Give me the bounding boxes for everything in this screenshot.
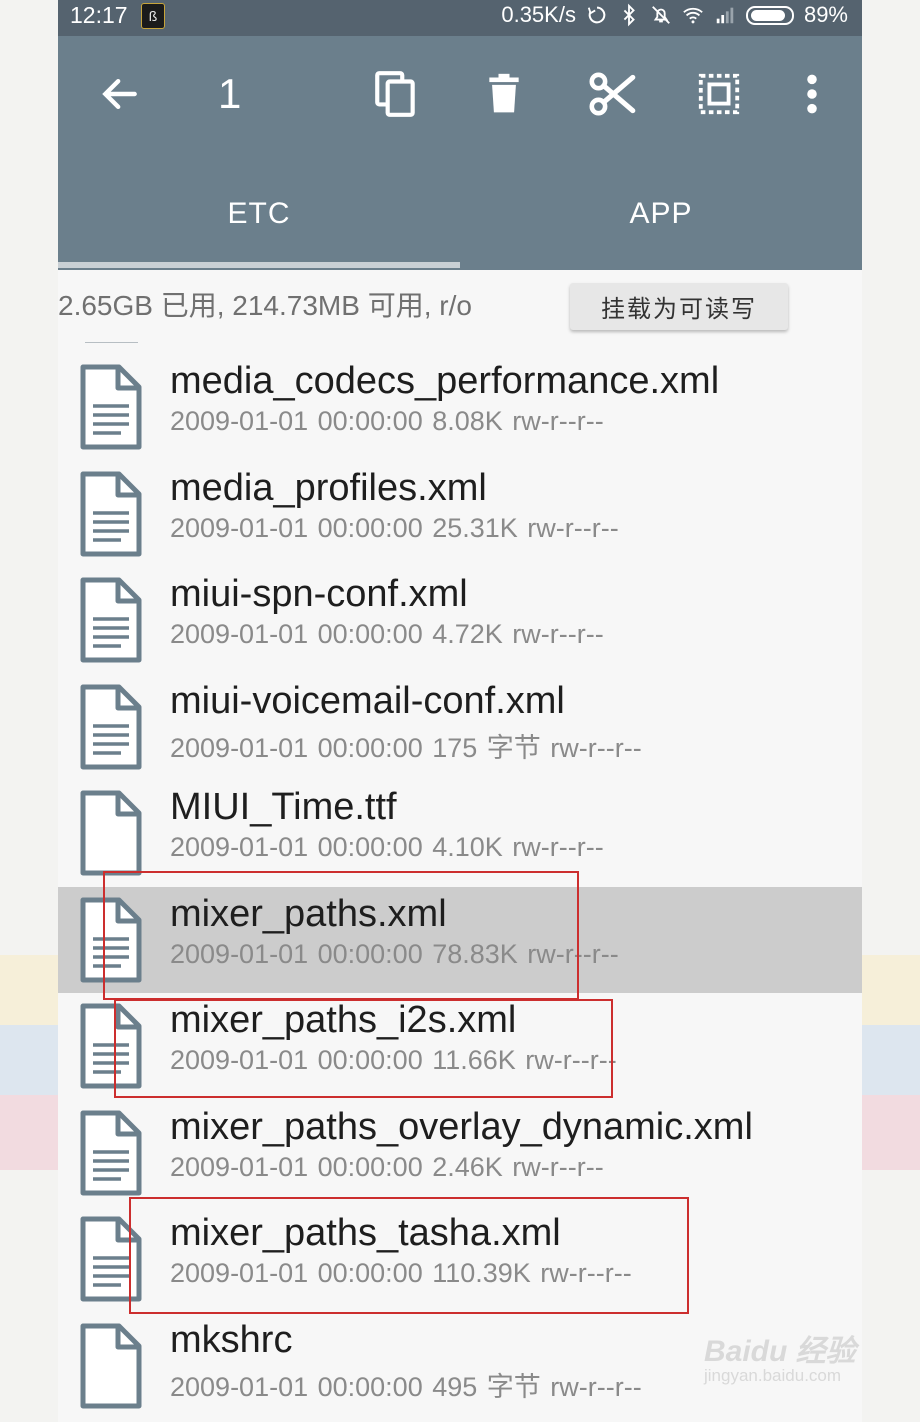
action-toolbar: 1 [58, 36, 862, 162]
side-stripe [862, 1095, 920, 1170]
file-name: miui-spn-conf.xml [170, 573, 468, 615]
text-file-icon [80, 1110, 142, 1195]
text-file-icon [80, 684, 142, 769]
more-icon [807, 74, 817, 114]
baidu-watermark: Baidu 经验 jingyan.baidu.com [704, 1326, 856, 1386]
battery-icon [745, 5, 794, 25]
select-all-button[interactable] [691, 66, 747, 122]
wifi-icon [683, 7, 703, 24]
divider [85, 342, 138, 343]
cut-icon [589, 72, 636, 116]
tab-etc[interactable]: ETC [58, 162, 460, 266]
file-name: MIUI_Time.ttf [170, 786, 397, 828]
watermark-url: jingyan.baidu.com [704, 1366, 842, 1385]
more-options-button[interactable] [784, 66, 840, 122]
side-stripe [862, 1025, 920, 1095]
file-name: media_profiles.xml [170, 466, 487, 509]
file-meta: 2009-01-01 00:00:00 4.72K rw-r--r-- [170, 619, 604, 649]
file-row[interactable]: mixer_paths_overlay_dynamic.xml 2009-01-… [58, 1100, 862, 1207]
text-file-icon [80, 577, 142, 663]
back-button[interactable] [92, 66, 148, 122]
file-name: miui-voicemail-conf.xml [170, 679, 565, 722]
file-meta: 2009-01-01 00:00:00 2.46K rw-r--r-- [170, 1151, 604, 1182]
file-row[interactable]: media_profiles.xml 2009-01-01 00:00:00 2… [58, 461, 862, 568]
tab-app[interactable]: APP [460, 162, 862, 266]
file-name: mkshrc [170, 1318, 293, 1361]
text-file-icon [80, 471, 142, 556]
file-row[interactable]: miui-spn-conf.xml 2009-01-01 00:00:00 4.… [58, 567, 862, 674]
bluetooth-icon [623, 3, 635, 27]
notification-badge-icon: ß [141, 3, 165, 29]
text-file-icon [80, 364, 142, 450]
side-stripe [0, 1095, 58, 1170]
file-row[interactable]: miui-voicemail-conf.xml 2009-01-01 00:00… [58, 674, 862, 781]
cut-button[interactable] [584, 66, 640, 122]
file-name: mixer_paths_overlay_dynamic.xml [170, 1105, 753, 1148]
file-meta: 2009-01-01 00:00:00 25.31K rw-r--r-- [170, 512, 619, 543]
selected-count: 1 [218, 70, 242, 117]
delete-button[interactable] [476, 66, 532, 122]
select-all-icon [698, 73, 740, 115]
storage-info: 2.65GB 已用, 214.73MB 可用, r/o [58, 290, 472, 321]
tab-bar: ETC APP [58, 162, 862, 270]
file-row[interactable]: media_codecs_performance.xml 2009-01-01 … [58, 354, 862, 461]
side-stripe [0, 955, 58, 1025]
file-meta: 2009-01-01 00:00:00 4.10K rw-r--r-- [170, 832, 604, 862]
signal-icon [716, 7, 734, 24]
file-meta: 2009-01-01 00:00:00 175 字节 rw-r--r-- [170, 732, 642, 763]
side-stripe [0, 1025, 58, 1095]
delete-icon [489, 73, 519, 113]
status-bar: 12:17 ß 0.35K/s 89% [58, 0, 862, 36]
mount-rw-button[interactable]: 挂载为可读写 [570, 283, 788, 330]
mute-icon [652, 6, 670, 24]
annotation-box [129, 1197, 689, 1314]
screenshot-page: 12:17 ß 0.35K/s 89% 1 ETC APP 2.65GB 已用,… [0, 0, 920, 1422]
sync-icon [587, 6, 606, 24]
side-stripe [862, 955, 920, 1025]
file-name: media_codecs_performance.xml [170, 360, 720, 402]
battery-percent: 89% [803, 2, 848, 27]
copy-button[interactable] [368, 66, 424, 122]
status-right-group: 0.35K/s 89% [501, 2, 848, 28]
annotation-box [114, 999, 613, 1098]
back-arrow-icon [102, 78, 137, 110]
file-meta: 2009-01-01 00:00:00 495 字节 rw-r--r-- [170, 1371, 642, 1402]
watermark-brand: Baidu 经验 [704, 1335, 856, 1368]
net-speed: 0.35K/s [501, 2, 576, 27]
annotation-box [103, 871, 579, 1000]
blank-file-icon [80, 1323, 142, 1408]
copy-icon [375, 71, 415, 117]
file-meta: 2009-01-01 00:00:00 8.08K rw-r--r-- [170, 406, 604, 436]
active-tab-indicator [58, 262, 460, 268]
status-time: 12:17 [70, 2, 128, 28]
blank-file-icon [80, 790, 142, 876]
